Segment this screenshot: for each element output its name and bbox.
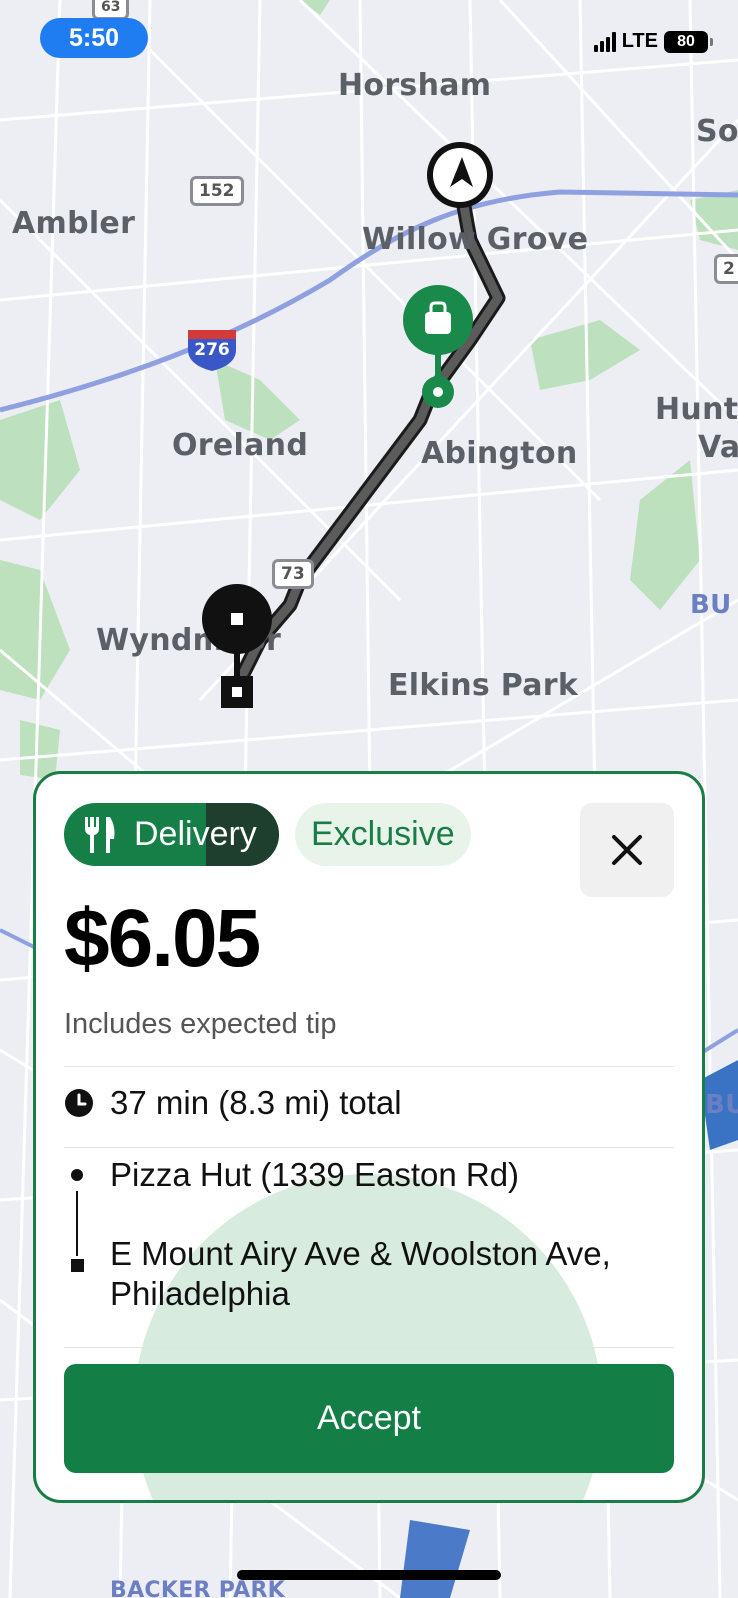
signal-icon [593, 31, 616, 52]
close-button[interactable] [580, 803, 674, 897]
interstate-276-shield: 276 [184, 328, 240, 372]
accept-button[interactable]: Accept [64, 1364, 674, 1473]
offer-card: Delivery Exclusive $6.05 Includes expect… [33, 771, 705, 1503]
tip-note: Includes expected tip [64, 1008, 337, 1040]
map-label-horsham: Horsham [338, 68, 492, 103]
dropoff-square-icon [71, 1259, 84, 1272]
map-label-southampton: So [696, 114, 738, 149]
network-type: LTE [621, 30, 658, 52]
route-shield-2: 2 [714, 254, 738, 284]
current-location-marker[interactable] [424, 139, 496, 216]
map-label-abington: Abington [421, 436, 578, 471]
divider [64, 1347, 674, 1348]
status-indicators: LTE 80 [593, 30, 713, 53]
trip-duration-text: 37 min (8.3 mi) total [110, 1084, 402, 1121]
trip-duration: 37 min (8.3 mi) total [64, 1084, 402, 1122]
route-shield-152: 152 [190, 176, 244, 206]
map-label-backer-park: BACKER PARK [110, 1578, 286, 1598]
map-label-huntingdon: Hunti [655, 392, 738, 427]
divider [64, 1066, 674, 1067]
navigation-arrow-icon [427, 142, 493, 208]
map-label-huntingdon-2: Va [698, 430, 738, 465]
home-indicator[interactable] [237, 1570, 501, 1580]
status-time: 5:50 [40, 18, 148, 58]
exclusive-badge: Exclusive [295, 803, 471, 866]
close-icon [612, 835, 642, 865]
map-label-bu-2: BU [705, 1090, 738, 1120]
map-label-oreland: Oreland [172, 428, 309, 463]
battery-level: 80 [677, 32, 695, 50]
pickup-dot-icon [71, 1169, 83, 1181]
map-label-bu: BU [690, 590, 732, 620]
pickup-marker[interactable] [402, 285, 474, 415]
delivery-badge: Delivery [64, 803, 279, 866]
dropoff-location: E Mount Airy Ave & Woolston Ave, Philade… [110, 1235, 611, 1312]
delivery-label: Delivery [134, 815, 257, 853]
map-label-elkins-park: Elkins Park [388, 668, 579, 703]
dropoff-pin-icon [202, 584, 272, 708]
shopping-bag-icon [403, 285, 473, 408]
battery-icon: 80 [664, 30, 713, 53]
dropoff-marker[interactable] [201, 584, 273, 714]
route-shield-73: 73 [272, 559, 314, 589]
clock-icon [65, 1089, 93, 1117]
interstate-276-label: 276 [194, 340, 230, 360]
route-connector [76, 1191, 78, 1256]
utensils-icon [85, 817, 115, 853]
route-shield-63: 63 [92, 0, 130, 20]
divider [64, 1147, 674, 1148]
map-label-willow-grove: Willow Grove [362, 222, 589, 257]
pickup-location: Pizza Hut (1339 Easton Rd) [110, 1156, 520, 1193]
offer-price: $6.05 [64, 893, 261, 984]
map-label-ambler: Ambler [12, 206, 136, 241]
